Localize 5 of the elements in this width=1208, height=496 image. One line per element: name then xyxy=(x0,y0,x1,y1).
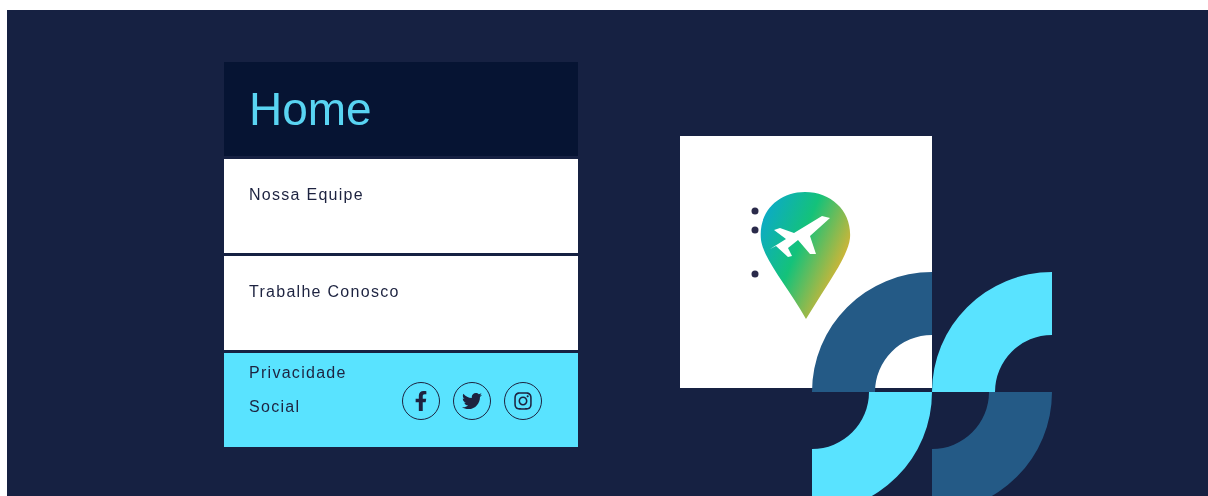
menu-item[interactable]: Nossa Equipe xyxy=(224,159,578,253)
menu-item[interactable]: Trabalhe Conosco xyxy=(224,256,578,350)
menu-title: Home xyxy=(249,81,372,137)
privacy-link[interactable]: Privacidade xyxy=(249,361,347,385)
social-label: Social xyxy=(249,397,302,417)
